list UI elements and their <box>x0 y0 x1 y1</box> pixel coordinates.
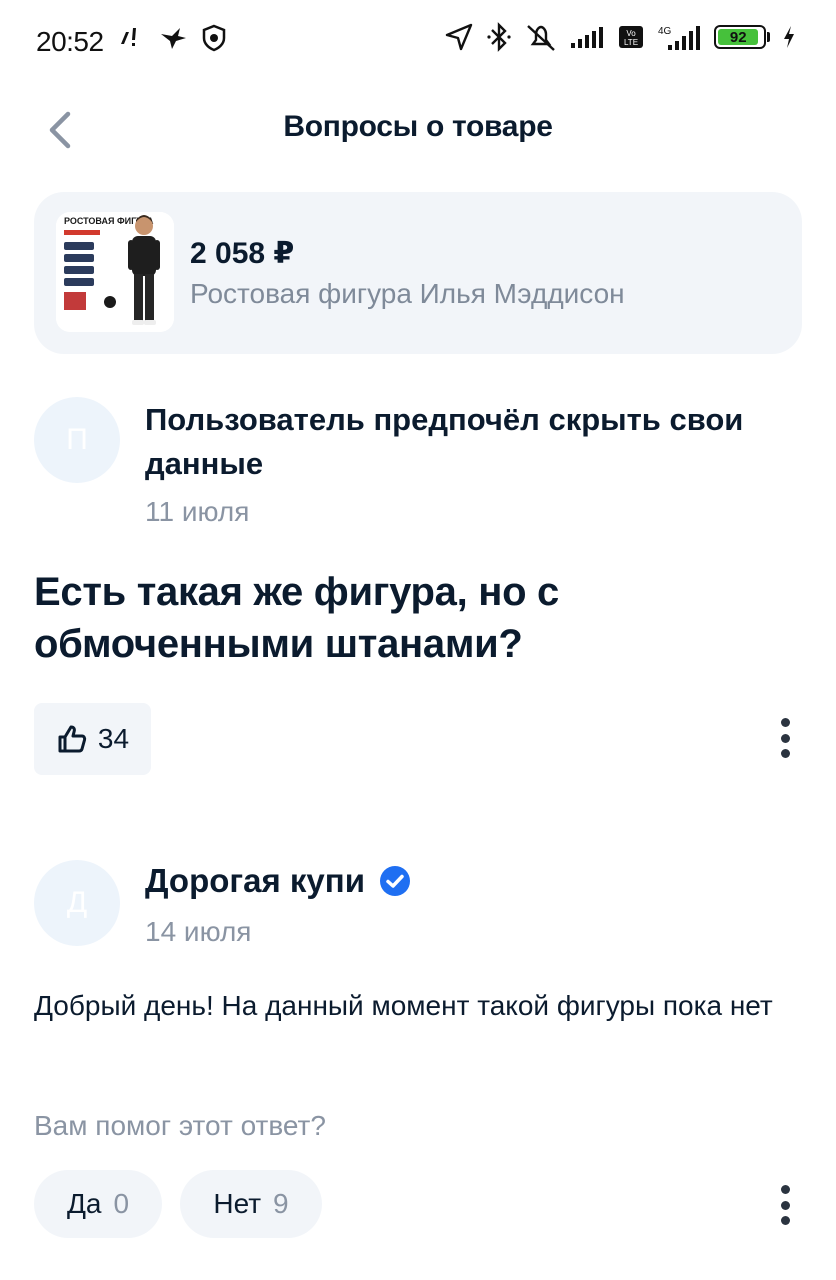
mute-bell-icon <box>524 22 558 52</box>
like-button[interactable]: 34 <box>34 703 151 775</box>
answer-date: 14 июля <box>145 916 252 947</box>
volte-icon: Vo LTE <box>618 25 644 49</box>
thumbs-up-icon <box>58 725 87 753</box>
svg-text:LTE: LTE <box>624 38 638 47</box>
signal-icon <box>570 25 606 49</box>
status-right-icons: Vo LTE 4G 92 <box>444 22 796 52</box>
like-count: 34 <box>97 723 130 754</box>
svg-text:Vo: Vo <box>626 29 636 38</box>
question-text: Есть такая же фигура, но с обмоченными ш… <box>34 570 559 666</box>
notification-icon <box>116 24 144 52</box>
product-card[interactable]: РОСТОВАЯ ФИГУРА 2 058 ₽ Ростовая фигура … <box>34 192 802 354</box>
bird-app-icon <box>158 24 188 52</box>
header: Вопросы о товаре <box>0 96 836 160</box>
vote-no-button[interactable]: Нет 9 <box>180 1170 322 1238</box>
vote-yes-count: 0 <box>113 1188 130 1219</box>
vote-no-count: 9 <box>273 1188 289 1219</box>
bluetooth-icon <box>486 22 512 52</box>
question-date: 11 июля <box>145 496 250 527</box>
question-more-menu-icon[interactable] <box>773 714 797 762</box>
location-icon <box>444 22 474 52</box>
status-left-icons <box>116 24 226 52</box>
question-author-avatar: П <box>34 397 120 483</box>
answer-text: Добрый день! На данный момент такой фигу… <box>34 990 773 1021</box>
product-image[interactable]: РОСТОВАЯ ФИГУРА <box>56 212 174 332</box>
vote-yes-label: Да <box>66 1188 102 1219</box>
product-price: 2 058 ₽ <box>190 237 295 270</box>
svg-text:4G: 4G <box>658 26 672 37</box>
battery-level: 92 <box>718 29 759 46</box>
charging-icon <box>782 25 796 49</box>
answer-author: Дорогая купи <box>145 862 411 900</box>
product-name: Ростовая фигура Илья Мэддисон <box>190 278 625 309</box>
signal-4g-icon: 4G <box>656 23 702 51</box>
status-bar: 20:52 Vo LTE 4G 92 <box>0 0 836 84</box>
answer-author-avatar: Д <box>34 860 120 946</box>
question-author-name: Пользователь предпочёл скрыть свои данны… <box>145 402 744 481</box>
shield-app-icon <box>202 24 226 52</box>
answer-more-menu-icon[interactable] <box>773 1181 797 1229</box>
battery-icon: 92 <box>714 25 770 49</box>
vote-no-label: Нет <box>213 1188 262 1219</box>
verified-badge-icon <box>380 866 410 896</box>
helpful-prompt: Вам помог этот ответ? <box>34 1110 326 1141</box>
answer-author-name: Дорогая купи <box>145 862 365 899</box>
page-title: Вопросы о товаре <box>283 110 553 143</box>
status-time: 20:52 <box>36 26 104 57</box>
vote-yes-button[interactable]: Да 0 <box>34 1170 162 1238</box>
